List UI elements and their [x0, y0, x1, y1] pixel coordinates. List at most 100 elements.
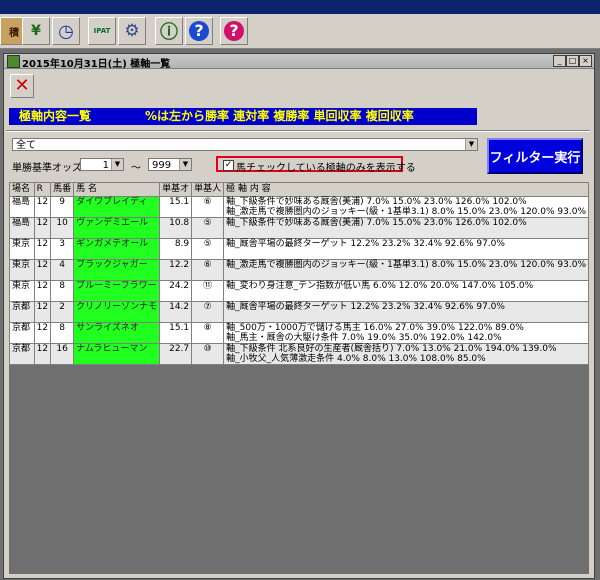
minimize-button[interactable]: _ — [553, 55, 566, 67]
clock-icon[interactable]: ◷ — [52, 17, 80, 45]
axis-line: 軸_下級条件 北系良好の生産者(厩舎括り) 7.0% 13.0% 21.0% 1… — [226, 344, 557, 354]
col-number[interactable]: 馬番 — [50, 182, 75, 197]
table-row[interactable]: 東京 12 8 ブルーミーフラワー 24.2 ⑪ 軸_変わり身注意_テン指数が低い馬 6.0… — [9, 280, 589, 302]
col-axis-content[interactable]: 極 軸 内 容 — [223, 182, 589, 197]
banner-title: 極軸内容一覧 — [19, 109, 92, 123]
cell-odds: 8.9 — [159, 238, 193, 260]
table-row[interactable]: 東京 12 3 ギンガメテオール 8.9 ⑤ 軸_厩舎平場の最終ターゲット 12.2% 23… — [9, 238, 589, 260]
content-banner: 極軸内容一覧 %は左から勝率 連対率 複勝率 単回収率 複回収率 — [9, 108, 477, 125]
cell-number: 8 — [50, 280, 75, 302]
money-icon[interactable]: ¥ — [22, 17, 50, 45]
cell-number: 4 — [50, 259, 75, 281]
cell-number: 16 — [50, 343, 75, 365]
cell-odds: 14.2 — [159, 301, 193, 323]
table-row[interactable]: 東京 12 4 ブラックジャガー 12.2 ⑥ 軸_激走馬で複勝圏内のジョッキー(級・1基単… — [9, 259, 589, 281]
odds-min-value: 1 — [102, 160, 109, 171]
cell-horse: クリノリーゾンナモ — [73, 301, 161, 323]
question-icon[interactable]: ? — [220, 17, 248, 45]
cell-horse: ブラックジャガー — [73, 259, 161, 281]
window-app-icon — [7, 55, 20, 68]
cell-odds: 24.2 — [159, 280, 193, 302]
cell-axis-content: 軸_激走馬で複勝圏内のジョッキー(級・1基単3.1) 8.0% 15.0% 23… — [223, 259, 589, 281]
cell-horse: ダイワブレイディ — [73, 196, 161, 218]
filter-run-button[interactable]: フィルター実行 — [487, 138, 583, 174]
cell-race: 12 — [33, 280, 52, 302]
axis-line: 軸_厩舎平場の最終ターゲット 12.2% 23.2% 32.4% 92.6% 9… — [226, 239, 505, 249]
cell-axis-content: 軸_下級条件 北系良好の生産者(厩舎括り) 7.0% 13.0% 21.0% 1… — [223, 343, 589, 365]
table-row[interactable]: 福島 12 10 ヴァンデミエール 10.8 ⑤ 軸_下級条件で妙味ある厩舎(美浦) 7.0… — [9, 217, 589, 239]
cell-number: 9 — [50, 196, 75, 218]
venue-select-value: 全て — [16, 140, 36, 151]
cell-axis-content: 軸_下級条件で妙味ある厩舎(美浦) 7.0% 15.0% 23.0% 126.0… — [223, 196, 589, 218]
close-icon[interactable]: ✕ — [10, 74, 34, 98]
col-popularity[interactable]: 単基人 — [191, 182, 225, 197]
col-venue[interactable]: 場名 — [9, 182, 35, 197]
cell-race: 12 — [33, 196, 52, 218]
cell-odds: 12.2 — [159, 259, 193, 281]
cell-horse: ギンガメテオール — [73, 238, 161, 260]
cell-number: 2 — [50, 301, 75, 323]
axis-line: 軸_厩舎平場の最終ターゲット 12.2% 23.2% 32.4% 92.6% 9… — [226, 302, 505, 312]
col-horse[interactable]: 馬 名 — [73, 182, 161, 197]
info-icon[interactable]: ⓘ — [155, 17, 183, 45]
cell-popularity: ⑤ — [191, 217, 225, 239]
app-title-bar — [0, 0, 600, 14]
odds-label: 単勝基準オッズ — [12, 163, 82, 174]
maximize-button[interactable]: □ — [566, 55, 579, 67]
ipat-icon[interactable]: IPAT — [88, 17, 116, 45]
range-tilde: ～ — [131, 163, 141, 174]
window-close-button[interactable]: × — [579, 55, 592, 67]
col-race[interactable]: R — [33, 182, 52, 197]
cell-odds: 15.1 — [159, 322, 193, 344]
cell-horse: サンライズネオ — [73, 322, 161, 344]
cell-venue: 東京 — [9, 238, 35, 260]
checked-filter-highlight: ✓ 馬チェックしている極軸のみを表示する — [216, 156, 416, 174]
cell-axis-content: 軸_厩舎平場の最終ターゲット 12.2% 23.2% 32.4% 92.6% 9… — [223, 301, 589, 323]
cell-axis-content: 軸_変わり身注意_テン指数が低い馬 6.0% 12.0% 20.0% 147.0… — [223, 280, 589, 302]
cell-race: 12 — [33, 259, 52, 281]
cell-horse: ナムラヒューマン — [73, 343, 161, 365]
cell-axis-content: 軸_500万・1000万で儲ける馬主 16.0% 27.0% 39.0% 122… — [223, 322, 589, 344]
cell-popularity: ⑩ — [191, 343, 225, 365]
cell-race: 12 — [33, 301, 52, 323]
odds-max-value: 999 — [152, 160, 172, 171]
checked-only-checkbox[interactable]: ✓ — [223, 160, 234, 171]
cell-popularity: ⑪ — [191, 280, 225, 302]
cell-axis-content: 軸_下級条件で妙味ある厩舎(美浦) 7.0% 15.0% 23.0% 126.0… — [223, 217, 589, 239]
axis-line: 軸_下級条件で妙味ある厩舎(美浦) 7.0% 15.0% 23.0% 126.0… — [226, 218, 527, 228]
cell-venue: 東京 — [9, 259, 35, 281]
chevron-down-icon: ▼ — [111, 159, 123, 170]
table-row[interactable]: 京都 12 16 ナムラヒューマン 22.7 ⑩ 軸_下級条件 北系良好の生産者(厩舎括り)… — [9, 343, 589, 365]
table-row[interactable]: 京都 12 8 サンライズネオ 15.1 ⑧ 軸_500万・1000万で儲ける馬主 16.0… — [9, 322, 589, 344]
odds-max-select[interactable]: 999 ▼ — [148, 158, 192, 171]
axis-line: 軸_小牧父_人気薄激走条件 4.0% 8.0% 13.0% 108.0% 85.… — [226, 354, 486, 364]
cell-venue: 京都 — [9, 301, 35, 323]
gear-icon[interactable]: ⚙ — [118, 17, 146, 45]
cell-number: 3 — [50, 238, 75, 260]
axis-line: 軸_500万・1000万で儲ける馬主 16.0% 27.0% 39.0% 122… — [226, 323, 524, 333]
chevron-down-icon: ▼ — [179, 159, 191, 170]
axis-line: 軸_馬主・厩舎の大駆け条件 7.0% 19.0% 35.0% 192.0% 14… — [226, 333, 502, 343]
col-odds[interactable]: 単基オ — [159, 182, 193, 197]
cell-odds: 15.1 — [159, 196, 193, 218]
checked-only-label: 馬チェックしている極軸のみを表示する — [236, 163, 416, 174]
cell-popularity: ⑥ — [191, 259, 225, 281]
axis-line: 軸_下級条件で妙味ある厩舎(美浦) 7.0% 15.0% 23.0% 126.0… — [226, 197, 527, 207]
help-icon[interactable]: ? — [185, 17, 213, 45]
cell-number: 10 — [50, 217, 75, 239]
cell-popularity: ⑧ — [191, 322, 225, 344]
results-table: 場名 R 馬番 馬 名 単基オ 単基人 極 軸 内 容 福島 12 9 ダイワブレイデ… — [9, 182, 589, 365]
axis-line: 軸_激走馬で複勝圏内のジョッキー(級・1基単3.1) 8.0% 15.0% 23… — [226, 260, 586, 270]
cell-horse: ヴァンデミエール — [73, 217, 161, 239]
cell-popularity: ⑦ — [191, 301, 225, 323]
odds-min-select[interactable]: 1 ▼ — [80, 158, 124, 171]
banner-legend: %は左から勝率 連対率 複勝率 単回収率 複回収率 — [145, 109, 414, 123]
table-row[interactable]: 京都 12 2 クリノリーゾンナモ 14.2 ⑦ 軸_厩舎平場の最終ターゲット 12.2% … — [9, 301, 589, 323]
axis-line: 軸_変わり身注意_テン指数が低い馬 6.0% 12.0% 20.0% 147.0… — [226, 281, 534, 291]
cell-odds: 10.8 — [159, 217, 193, 239]
cell-venue: 京都 — [9, 343, 35, 365]
venue-select[interactable]: 全て ▼ — [12, 138, 478, 151]
table-row[interactable]: 福島 12 9 ダイワブレイディ 15.1 ⑥ 軸_下級条件で妙味ある厩舎(美浦) 7.0%… — [9, 196, 589, 218]
cell-popularity: ⑥ — [191, 196, 225, 218]
cell-venue: 福島 — [9, 196, 35, 218]
